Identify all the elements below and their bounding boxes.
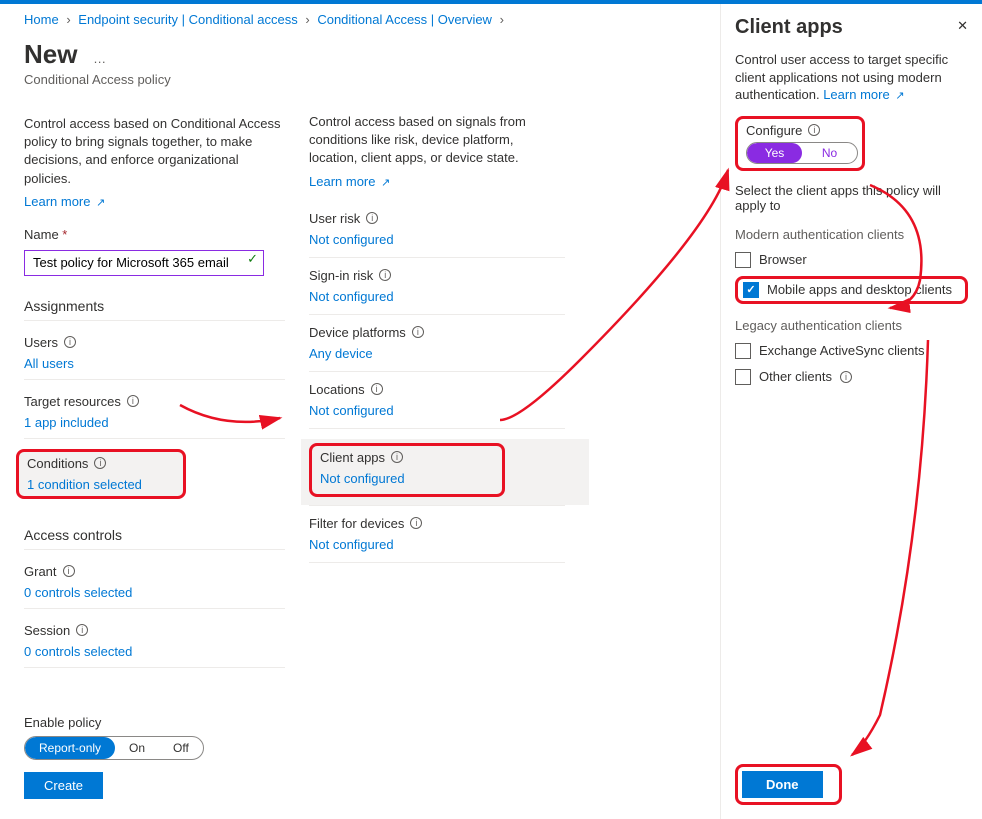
enable-policy-toggle[interactable]: Report-only On Off	[24, 736, 204, 760]
enable-policy-label: Enable policy	[24, 715, 692, 730]
name-label: Name	[24, 227, 67, 242]
configure-label: Configure	[746, 123, 802, 138]
info-icon[interactable]: i	[379, 269, 391, 281]
chevron-right-icon: ›	[305, 12, 309, 27]
toggle-off[interactable]: Off	[159, 737, 203, 759]
info-icon[interactable]: i	[94, 457, 106, 469]
info-icon[interactable]: i	[63, 565, 75, 577]
signin-risk-value[interactable]: Not configured	[309, 289, 565, 306]
device-platforms-value[interactable]: Any device	[309, 346, 565, 363]
configure-toggle[interactable]: Yes No	[746, 142, 858, 164]
more-icon[interactable]: …	[93, 51, 106, 66]
learn-more-link[interactable]: Learn more ↗	[823, 87, 904, 102]
learn-more-link[interactable]: Learn more ↗	[309, 174, 390, 189]
policy-name-input[interactable]	[24, 250, 264, 276]
conditions-value[interactable]: 1 condition selected	[27, 477, 175, 492]
conditions-row[interactable]: Conditions i 1 condition selected	[16, 449, 186, 499]
toggle-yes[interactable]: Yes	[747, 143, 802, 163]
user-risk-label: User risk	[309, 211, 360, 226]
select-apps-text: Select the client apps this policy will …	[735, 183, 968, 213]
session-value[interactable]: 0 controls selected	[24, 644, 285, 668]
users-value[interactable]: All users	[24, 356, 285, 380]
close-icon[interactable]: ✕	[957, 18, 968, 34]
exchange-label: Exchange ActiveSync clients	[759, 343, 924, 358]
legacy-auth-heading: Legacy authentication clients	[735, 318, 968, 333]
target-resources-value[interactable]: 1 app included	[24, 415, 285, 439]
other-clients-label: Other clients	[759, 369, 832, 384]
page-title: New	[24, 39, 77, 70]
session-label: Session	[24, 623, 70, 638]
access-controls-heading: Access controls	[24, 527, 285, 550]
other-clients-checkbox-row[interactable]: Other clients i	[735, 369, 968, 385]
check-icon: ✓	[247, 251, 258, 267]
info-icon[interactable]: i	[371, 383, 383, 395]
filter-devices-label: Filter for devices	[309, 516, 404, 531]
device-platforms-label: Device platforms	[309, 325, 406, 340]
panel-description: Control user access to target specific c…	[735, 51, 968, 104]
external-link-icon: ↗	[895, 90, 904, 102]
info-icon[interactable]: i	[391, 451, 403, 463]
chevron-right-icon: ›	[500, 12, 504, 27]
mobile-apps-checkbox-row[interactable]: ✓ Mobile apps and desktop clients	[743, 282, 960, 298]
conditions-label: Conditions	[27, 456, 88, 471]
done-button[interactable]: Done	[742, 771, 823, 798]
checkbox-icon[interactable]	[735, 369, 751, 385]
browser-label: Browser	[759, 252, 807, 267]
signin-risk-label: Sign-in risk	[309, 268, 373, 283]
exchange-checkbox-row[interactable]: Exchange ActiveSync clients	[735, 343, 968, 359]
learn-more-link[interactable]: Learn more ↗	[24, 194, 105, 209]
info-icon[interactable]: i	[366, 212, 378, 224]
create-button[interactable]: Create	[24, 772, 103, 799]
mobile-apps-label: Mobile apps and desktop clients	[767, 282, 952, 297]
breadcrumb-endpoint-security[interactable]: Endpoint security | Conditional access	[78, 12, 297, 27]
info-icon[interactable]: i	[76, 624, 88, 636]
info-icon[interactable]: i	[127, 395, 139, 407]
client-apps-panel: Client apps ✕ Control user access to tar…	[720, 4, 982, 819]
policy-description: Control access based on Conditional Acce…	[24, 115, 285, 188]
panel-title: Client apps	[735, 16, 968, 39]
grant-value[interactable]: 0 controls selected	[24, 585, 285, 609]
external-link-icon: ↗	[381, 177, 390, 189]
target-resources-label: Target resources	[24, 394, 121, 409]
modern-auth-heading: Modern authentication clients	[735, 227, 968, 242]
user-risk-value[interactable]: Not configured	[309, 232, 565, 249]
info-icon[interactable]: i	[64, 336, 76, 348]
info-icon[interactable]: i	[840, 371, 852, 383]
grant-label: Grant	[24, 564, 57, 579]
client-apps-value[interactable]: Not configured	[320, 471, 494, 486]
users-label: Users	[24, 335, 58, 350]
page-subtitle: Conditional Access policy	[24, 72, 285, 87]
conditions-description: Control access based on signals from con…	[309, 113, 565, 168]
breadcrumb-conditional-access[interactable]: Conditional Access | Overview	[317, 12, 492, 27]
info-icon[interactable]: i	[410, 517, 422, 529]
browser-checkbox-row[interactable]: Browser	[735, 252, 968, 268]
locations-label: Locations	[309, 382, 365, 397]
assignments-heading: Assignments	[24, 298, 285, 321]
external-link-icon: ↗	[96, 197, 105, 209]
toggle-on[interactable]: On	[115, 737, 159, 759]
checkbox-checked-icon[interactable]: ✓	[743, 282, 759, 298]
info-icon[interactable]: i	[808, 124, 820, 136]
breadcrumb-home[interactable]: Home	[24, 12, 59, 27]
chevron-right-icon: ›	[66, 12, 70, 27]
checkbox-icon[interactable]	[735, 252, 751, 268]
client-apps-label: Client apps	[320, 450, 385, 465]
info-icon[interactable]: i	[412, 326, 424, 338]
toggle-no[interactable]: No	[802, 143, 857, 163]
filter-devices-value[interactable]: Not configured	[309, 537, 565, 554]
locations-value[interactable]: Not configured	[309, 403, 565, 420]
toggle-report-only[interactable]: Report-only	[25, 737, 115, 759]
checkbox-icon[interactable]	[735, 343, 751, 359]
